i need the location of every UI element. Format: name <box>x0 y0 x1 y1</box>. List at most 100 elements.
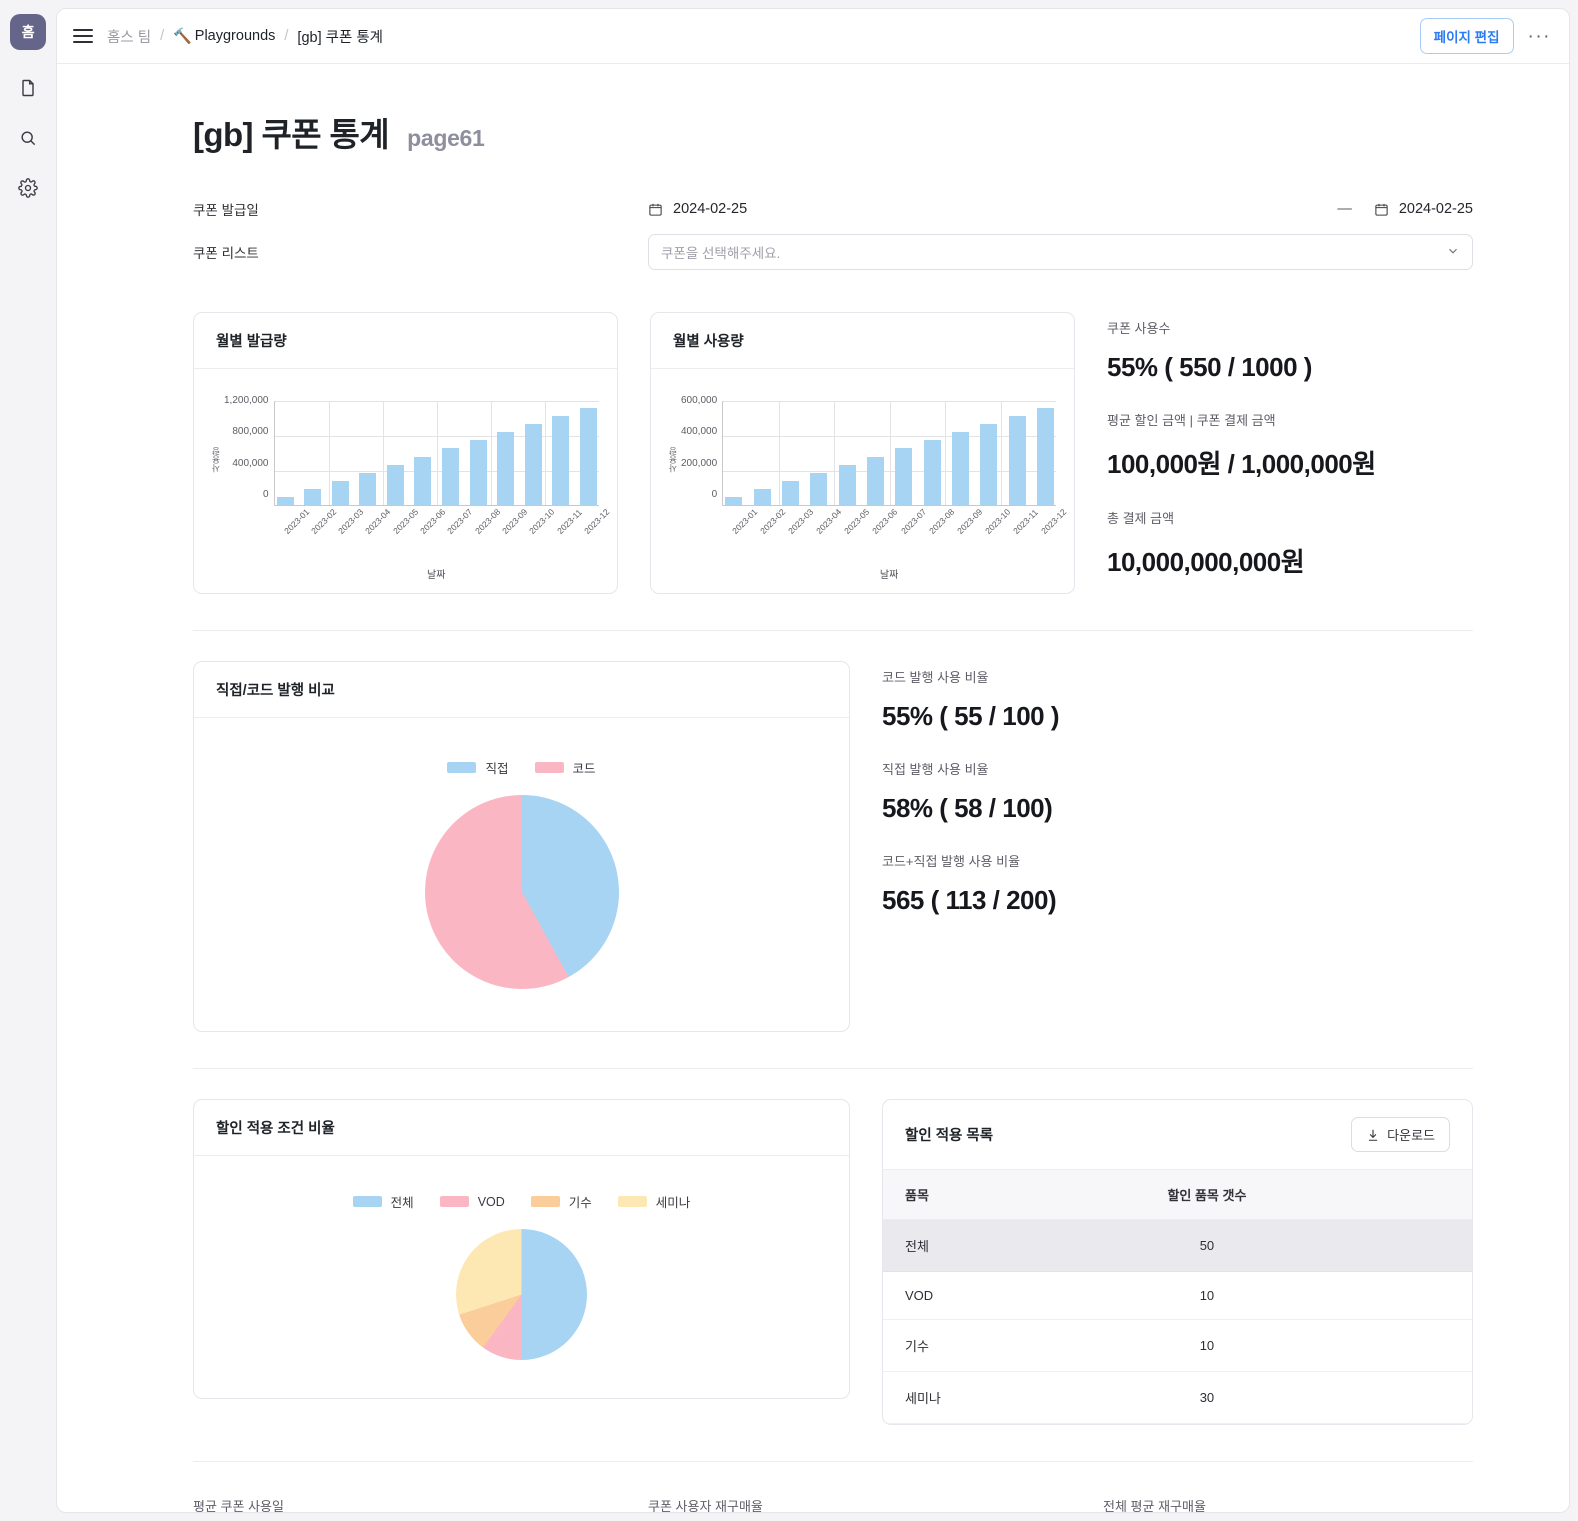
card-discount-ratio-title: 할인 적용 조건 비율 <box>194 1100 849 1156</box>
card-issue-compare-title: 직접/코드 발행 비교 <box>194 662 849 718</box>
bar <box>781 480 799 505</box>
filter-coupon-list-label: 쿠폰 리스트 <box>193 246 259 261</box>
bar <box>951 432 969 505</box>
stat-combined-usage-ratio: 코드+직접 발행 사용 비율 565 ( 113 / 200) <box>882 851 1473 916</box>
bar <box>923 440 941 505</box>
stat-label: 쿠폰 사용자 재구매율 <box>648 1499 763 1512</box>
bar-chart-issued-plot <box>273 401 599 506</box>
bar-chart-issued-ylabel: 사용량 <box>211 447 221 473</box>
card-monthly-used: 월별 사용량 사용량 600,000 400,000 200,000 0 202… <box>650 312 1075 594</box>
legend-item[interactable]: 기수 <box>530 1192 592 1211</box>
breadcrumb-current[interactable]: [gb] 쿠폰 통계 <box>297 26 383 47</box>
date-range-picker[interactable]: 2024-02-25 — 2024-02-25 <box>648 201 1473 217</box>
legend-swatch <box>439 1196 469 1207</box>
home-badge[interactable]: 홈 <box>10 14 46 50</box>
pie-legend: 직접 코드 <box>447 758 596 777</box>
bar <box>441 448 459 505</box>
page-subtitle: page61 <box>407 125 485 151</box>
gridline <box>834 401 836 505</box>
gridline <box>328 401 330 505</box>
divider-1 <box>193 630 1473 631</box>
gridline <box>382 401 384 505</box>
coupon-select[interactable]: 쿠폰을 선택해주세요. <box>648 234 1473 270</box>
legend-label: 전체 <box>390 1196 414 1210</box>
bar <box>980 424 998 505</box>
divider-2 <box>193 1068 1473 1069</box>
pie-legend: 전체 VOD 기수 세미나 <box>352 1192 691 1211</box>
bar-chart-issued-yticks: 1,200,000 800,000 400,000 0 <box>224 395 274 500</box>
bar <box>579 408 597 505</box>
legend-item[interactable]: 직접 <box>447 758 509 777</box>
table-cell-spacer <box>1283 1371 1472 1424</box>
bar <box>1036 408 1054 505</box>
bar-chart-issued: 사용량 1,200,000 800,000 400,000 0 2023-01 2 <box>204 383 611 581</box>
bar <box>552 416 570 505</box>
legend-item[interactable]: VOD <box>439 1192 505 1211</box>
bar <box>331 480 349 505</box>
ytick: 400,000 <box>681 426 718 438</box>
ytick: 600,000 <box>681 395 718 406</box>
date-start-value: 2024-02-25 <box>673 201 748 217</box>
breadcrumb-workspace[interactable]: 🔨 Playgrounds <box>173 27 275 45</box>
breadcrumb-team[interactable]: 홈스 팀 <box>107 26 151 47</box>
calendar-icon <box>649 203 662 216</box>
edit-page-button[interactable]: 페이지 편집 <box>1419 18 1514 54</box>
table-col-item[interactable]: 품목 <box>883 1170 1131 1220</box>
document-icon[interactable] <box>16 76 40 100</box>
legend-label: 세미나 <box>655 1196 691 1210</box>
search-icon[interactable] <box>16 126 40 150</box>
date-range-dash: — <box>1337 201 1352 217</box>
gridline <box>1000 401 1002 505</box>
legend-item[interactable]: 세미나 <box>617 1192 691 1211</box>
download-button[interactable]: 다운로드 <box>1351 1117 1450 1152</box>
date-end-value: 2024-02-25 <box>1398 201 1473 217</box>
table-row[interactable]: 전체 50 <box>883 1219 1472 1272</box>
download-icon <box>1369 1129 1378 1141</box>
coupon-select-placeholder: 쿠폰을 선택해주세요. <box>661 246 781 261</box>
legend-swatch <box>352 1196 382 1207</box>
stat-label: 직접 발행 사용 비율 <box>882 762 989 777</box>
table-cell-item: VOD <box>883 1271 1131 1320</box>
legend-item[interactable]: 전체 <box>352 1192 414 1211</box>
chevron-down-icon <box>1446 244 1460 261</box>
stat-coupon-usage: 쿠폰 사용수 55% ( 550 / 1000 ) <box>1107 318 1473 383</box>
bar <box>866 456 884 505</box>
date-start[interactable]: 2024-02-25 <box>648 201 747 217</box>
bar <box>414 456 432 505</box>
bar-chart-used: 사용량 600,000 400,000 200,000 0 2023-01 202 <box>661 383 1068 581</box>
more-options-icon[interactable]: ··· <box>1528 27 1551 46</box>
main-window: 홈스 팀 / 🔨 Playgrounds / [gb] 쿠폰 통계 페이지 편집… <box>56 8 1570 1513</box>
table-row[interactable]: 기수 10 <box>883 1319 1472 1372</box>
card-issue-compare: 직접/코드 발행 비교 직접 코드 <box>193 661 850 1032</box>
menu-toggle-icon[interactable] <box>73 29 93 43</box>
calendar-icon <box>1375 203 1388 216</box>
legend-label: 직접 <box>485 762 509 776</box>
table-row[interactable]: VOD 10 <box>883 1271 1472 1320</box>
stat-code-usage-ratio: 코드 발행 사용 비율 55% ( 55 / 100 ) <box>882 667 1473 732</box>
date-end[interactable]: 2024-02-25 <box>1374 201 1473 217</box>
gridline <box>490 401 492 505</box>
app-root: 홈 홈스 팀 / 🔨 Playgrounds / [gb] 쿠폰 통계 페이지 … <box>0 0 1578 1521</box>
footer-stats: 평균 쿠폰 사용일 2일 쿠폰 사용자 재구매율 80% 전체 평균 재구매율 … <box>193 1462 1473 1512</box>
stat-value: 55% ( 550 / 1000 ) <box>1107 352 1312 382</box>
bar <box>304 488 322 505</box>
pie-chart-discount: 전체 VOD 기수 세미나 <box>204 1170 839 1386</box>
bar-chart-used-yticks: 600,000 400,000 200,000 0 <box>681 395 722 500</box>
table-cell-count: 50 <box>1130 1219 1284 1272</box>
legend-item[interactable]: 코드 <box>534 758 596 777</box>
breadcrumb-separator-1: / <box>160 28 165 44</box>
ytick: 800,000 <box>232 426 269 438</box>
filter-coupon-list: 쿠폰 리스트 쿠폰을 선택해주세요. <box>193 234 1473 270</box>
stat-direct-usage-ratio: 직접 발행 사용 비율 58% ( 58 / 100) <box>882 759 1473 824</box>
hammer-icon: 🔨 <box>173 28 192 45</box>
table-col-count[interactable]: 할인 품목 갯수 <box>1130 1170 1284 1220</box>
stat-avg-discount: 평균 할인 금액 | 쿠폰 결제 금액 100,000원 / 1,000,000… <box>1107 410 1473 481</box>
card-monthly-issued: 월별 발급량 사용량 1,200,000 800,000 400,000 0 2… <box>193 312 618 594</box>
stat-label: 쿠폰 사용수 <box>1107 321 1171 336</box>
gear-icon[interactable] <box>16 176 40 200</box>
table-row[interactable]: 세미나 30 <box>883 1371 1472 1424</box>
stat-label: 평균 쿠폰 사용일 <box>193 1499 284 1512</box>
legend-swatch <box>447 762 477 773</box>
table-cell-count: 10 <box>1130 1319 1284 1372</box>
ytick: 1,200,000 <box>224 395 269 406</box>
